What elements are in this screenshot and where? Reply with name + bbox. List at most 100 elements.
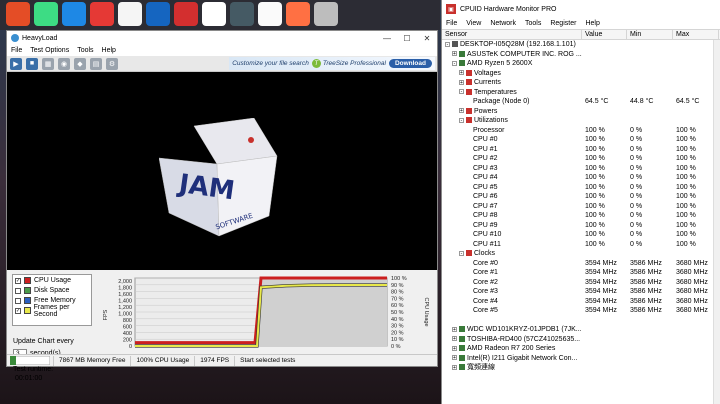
sensor-value: 100 % [585,183,605,191]
sensor-row[interactable]: Core #4 3594 MHz 3586 MHz 3680 MHz [442,297,720,307]
sensor-row[interactable]: - DESKTOP-I05Q28M (192.168.1.101) [442,40,720,50]
sensor-row[interactable]: Core #2 3594 MHz 3586 MHz 3680 MHz [442,278,720,288]
legend-item[interactable]: ✓ Frames per Second [13,304,91,318]
tv-icon[interactable] [314,2,338,26]
sensor-row[interactable]: Core #5 3594 MHz 3586 MHz 3680 MHz [442,306,720,316]
sensor-row[interactable]: - AMD Ryzen 5 2600X [442,59,720,69]
photo-icon[interactable] [174,2,198,26]
sensor-row[interactable]: CPU #1 100 % 0 % 100 % [442,145,720,155]
pdf-icon[interactable] [146,2,170,26]
gpu-test-icon[interactable]: ◆ [74,57,86,70]
close-icon[interactable]: ✕ [417,34,437,43]
chrome-icon[interactable] [6,2,30,26]
hw-menu-register[interactable]: Register [550,20,576,27]
col-min[interactable]: Min [627,30,673,39]
collapse-icon[interactable]: - [445,41,450,47]
android-icon[interactable] [34,2,58,26]
expand-icon[interactable]: + [459,79,464,85]
hw-menu-network[interactable]: Network [490,20,516,27]
sensor-value: 100 % [585,136,605,143]
sensor-min [627,50,673,60]
sensor-row[interactable]: CPU #8 100 % 0 % 100 % [442,211,720,221]
collapse-icon[interactable]: - [459,250,464,256]
sensor-row[interactable]: - Clocks [442,249,720,259]
vertical-scrollbar[interactable] [713,40,720,404]
download-button[interactable]: Download [388,59,432,68]
start-icon[interactable]: ▶ [10,57,22,70]
collapse-icon[interactable]: - [459,89,464,95]
legend-checkbox[interactable] [15,287,21,294]
stop-icon[interactable]: ■ [26,57,38,70]
sensor-row[interactable]: CPU #3 100 % 0 % 100 % [442,164,720,174]
expand-icon[interactable]: + [452,364,457,370]
sensor-row[interactable]: + 寬頻連線 [442,363,720,373]
sensor-row[interactable]: Core #3 3594 MHz 3586 MHz 3680 MHz [442,287,720,297]
sensor-row[interactable]: CPU #2 100 % 0 % 100 % [442,154,720,164]
disk-test-icon[interactable]: ◉ [58,57,70,70]
col-max[interactable]: Max [673,30,719,39]
sensor-row[interactable] [442,316,720,326]
sensor-row[interactable]: + ASUSTeK COMPUTER INC. ROG ... [442,50,720,60]
sensor-name: Currents [474,79,501,86]
col-value[interactable]: Value [582,30,627,39]
calendar-icon[interactable] [258,2,282,26]
sensor-row[interactable]: CPU #11 100 % 0 % 100 % [442,240,720,250]
sensor-row[interactable]: + AMD Radeon R7 200 Series [442,344,720,354]
legend-item[interactable]: Disk Space [13,286,91,295]
sensor-min [627,335,673,345]
collapse-icon[interactable]: - [452,60,457,66]
sensor-row[interactable]: Core #1 3594 MHz 3586 MHz 3680 MHz [442,268,720,278]
sensor-row[interactable]: + Voltages [442,69,720,79]
download-icon[interactable] [62,2,86,26]
sensor-row[interactable]: Processor 100 % 0 % 100 % [442,126,720,136]
sensor-row[interactable]: CPU #10 100 % 0 % 100 % [442,230,720,240]
sensor-row[interactable]: Package (Node 0) 64.5 °C 44.8 °C 64.5 °C [442,97,720,107]
sensor-row[interactable]: CPU #7 100 % 0 % 100 % [442,202,720,212]
hw-menu-view[interactable]: View [466,20,481,27]
sensor-row[interactable]: CPU #5 100 % 0 % 100 % [442,183,720,193]
memory-test-icon[interactable]: ▤ [90,57,102,70]
maximize-icon[interactable]: ☐ [397,34,417,43]
sensor-row[interactable]: CPU #0 100 % 0 % 100 % [442,135,720,145]
menu-help[interactable]: Help [102,47,116,54]
legend-checkbox[interactable]: ✓ [15,277,21,284]
settings-icon[interactable]: ⚙ [106,57,118,70]
square-icon[interactable] [90,2,114,26]
menu-test-options[interactable]: Test Options [30,47,69,54]
sensor-row[interactable]: CPU #4 100 % 0 % 100 % [442,173,720,183]
expand-icon[interactable]: + [459,70,464,76]
sensor-row[interactable]: + WDC WD101KRYZ-01JPDB1 (7JK... [442,325,720,335]
col-sensor[interactable]: Sensor [442,30,582,39]
hw-menu-help[interactable]: Help [585,20,599,27]
expand-icon[interactable]: + [452,345,457,351]
menu-file[interactable]: File [11,47,22,54]
expand-icon[interactable]: + [452,336,457,342]
collapse-icon[interactable]: - [459,117,464,123]
expand-icon[interactable]: + [459,108,464,114]
sensor-row[interactable]: - Temperatures [442,88,720,98]
minimize-icon[interactable]: — [377,34,397,43]
expand-icon[interactable]: + [452,51,457,57]
sensor-row[interactable]: + Powers [442,107,720,117]
sensor-row[interactable]: + Currents [442,78,720,88]
legend-item[interactable]: ✓ CPU Usage [13,276,91,285]
sensor-row[interactable]: CPU #6 100 % 0 % 100 % [442,192,720,202]
cube-icon[interactable] [202,2,226,26]
treesize-ad-banner[interactable]: Customize your file search T TreeSize Pr… [229,57,435,70]
expand-icon[interactable]: + [452,355,457,361]
cpu-test-icon[interactable]: ▦ [42,57,54,70]
fire-icon[interactable] [286,2,310,26]
pinball-icon[interactable] [118,2,142,26]
hw-menu-tools[interactable]: Tools [525,20,541,27]
legend-checkbox[interactable]: ✓ [15,307,21,314]
legend-checkbox[interactable] [15,297,21,304]
pdf-red-icon[interactable] [230,2,254,26]
sensor-row[interactable]: + TOSHIBA-RD400 (57CZ41025635... [442,335,720,345]
sensor-row[interactable]: CPU #9 100 % 0 % 100 % [442,221,720,231]
sensor-row[interactable]: - Utilizations [442,116,720,126]
sensor-row[interactable]: + Intel(R) I211 Gigabit Network Con... [442,354,720,364]
hw-menu-file[interactable]: File [446,20,457,27]
menu-tools[interactable]: Tools [77,47,93,54]
sensor-row[interactable]: Core #0 3594 MHz 3586 MHz 3680 MHz [442,259,720,269]
expand-icon[interactable]: + [452,326,457,332]
